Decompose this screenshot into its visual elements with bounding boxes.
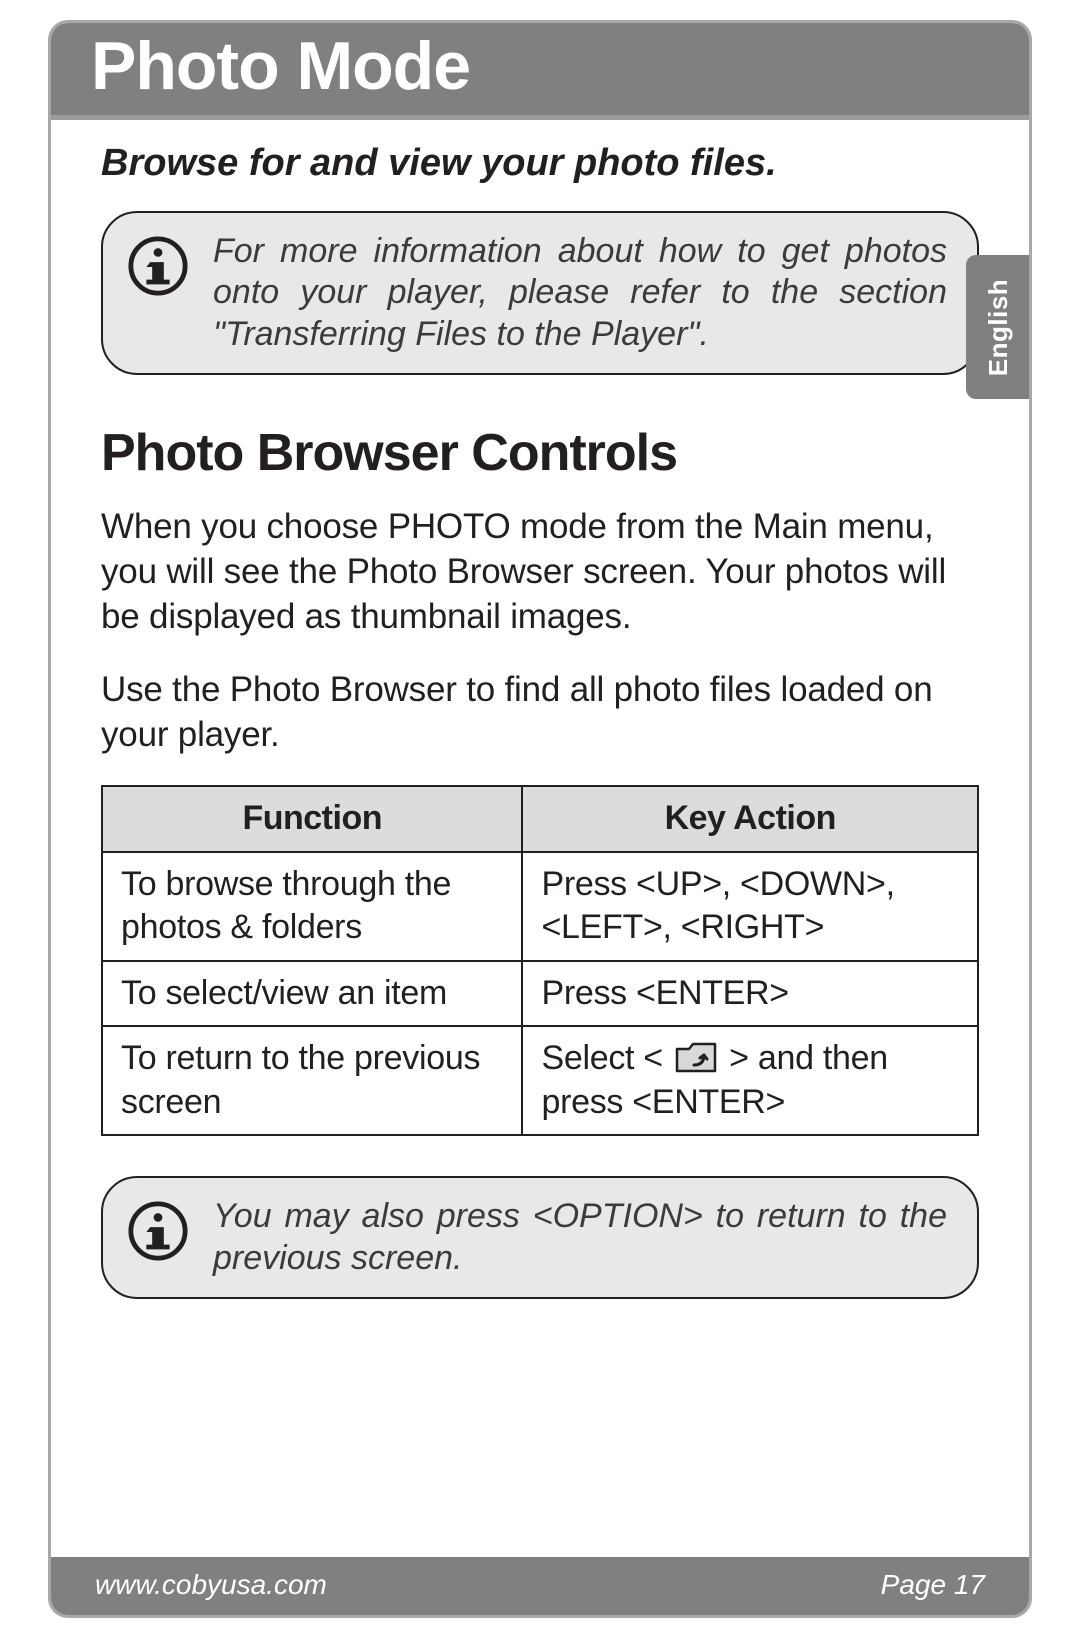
section-title: Photo Browser Controls bbox=[101, 423, 979, 483]
table-cell-function: To return to the previous screen bbox=[102, 1026, 522, 1135]
controls-table: Function Key Action To browse through th… bbox=[101, 785, 979, 1136]
page-title: Photo Mode bbox=[91, 27, 989, 105]
page-content: Browse for and view your photo files. Fo… bbox=[51, 120, 1029, 1299]
table-row: To return to the previous screen Select … bbox=[102, 1026, 978, 1135]
section-para-1: When you choose PHOTO mode from the Main… bbox=[101, 505, 979, 639]
table-cell-action: Select < > and then press <ENTER> bbox=[522, 1026, 978, 1135]
table-row: To select/view an item Press <ENTER> bbox=[102, 961, 978, 1027]
table-cell-function: To select/view an item bbox=[102, 961, 522, 1027]
page-header-bar: Photo Mode bbox=[51, 23, 1029, 120]
info-icon bbox=[127, 235, 189, 297]
page-footer: www.cobyusa.com Page 17 bbox=[51, 1557, 1029, 1615]
footer-page-number: Page 17 bbox=[881, 1569, 985, 1601]
table-cell-action: Press <ENTER> bbox=[522, 961, 978, 1027]
page-subtitle: Browse for and view your photo files. bbox=[101, 142, 979, 185]
footer-url: www.cobyusa.com bbox=[95, 1569, 327, 1601]
info-text-option: You may also press <OPTION> to return to… bbox=[213, 1196, 947, 1279]
table-header-keyaction: Key Action bbox=[522, 786, 978, 852]
table-row: To browse through the photos & folders P… bbox=[102, 852, 978, 961]
action-text-pre: Select < bbox=[541, 1039, 672, 1077]
language-tab-label: English bbox=[984, 278, 1015, 375]
table-header-row: Function Key Action bbox=[102, 786, 978, 852]
table-cell-function: To browse through the photos & folders bbox=[102, 852, 522, 961]
table-header-function: Function bbox=[102, 786, 522, 852]
table-cell-action: Press <UP>, <DOWN>, <LEFT>, <RIGHT> bbox=[522, 852, 978, 961]
info-icon bbox=[127, 1200, 189, 1262]
manual-page: Photo Mode English Browse for and view y… bbox=[48, 20, 1032, 1618]
info-text-transfer: For more information about how to get ph… bbox=[213, 231, 947, 355]
info-callout-option: You may also press <OPTION> to return to… bbox=[101, 1176, 979, 1299]
section-para-2: Use the Photo Browser to find all photo … bbox=[101, 668, 979, 758]
return-folder-icon bbox=[674, 1039, 718, 1075]
language-tab: English bbox=[966, 255, 1032, 399]
info-callout-transfer: For more information about how to get ph… bbox=[101, 211, 979, 375]
